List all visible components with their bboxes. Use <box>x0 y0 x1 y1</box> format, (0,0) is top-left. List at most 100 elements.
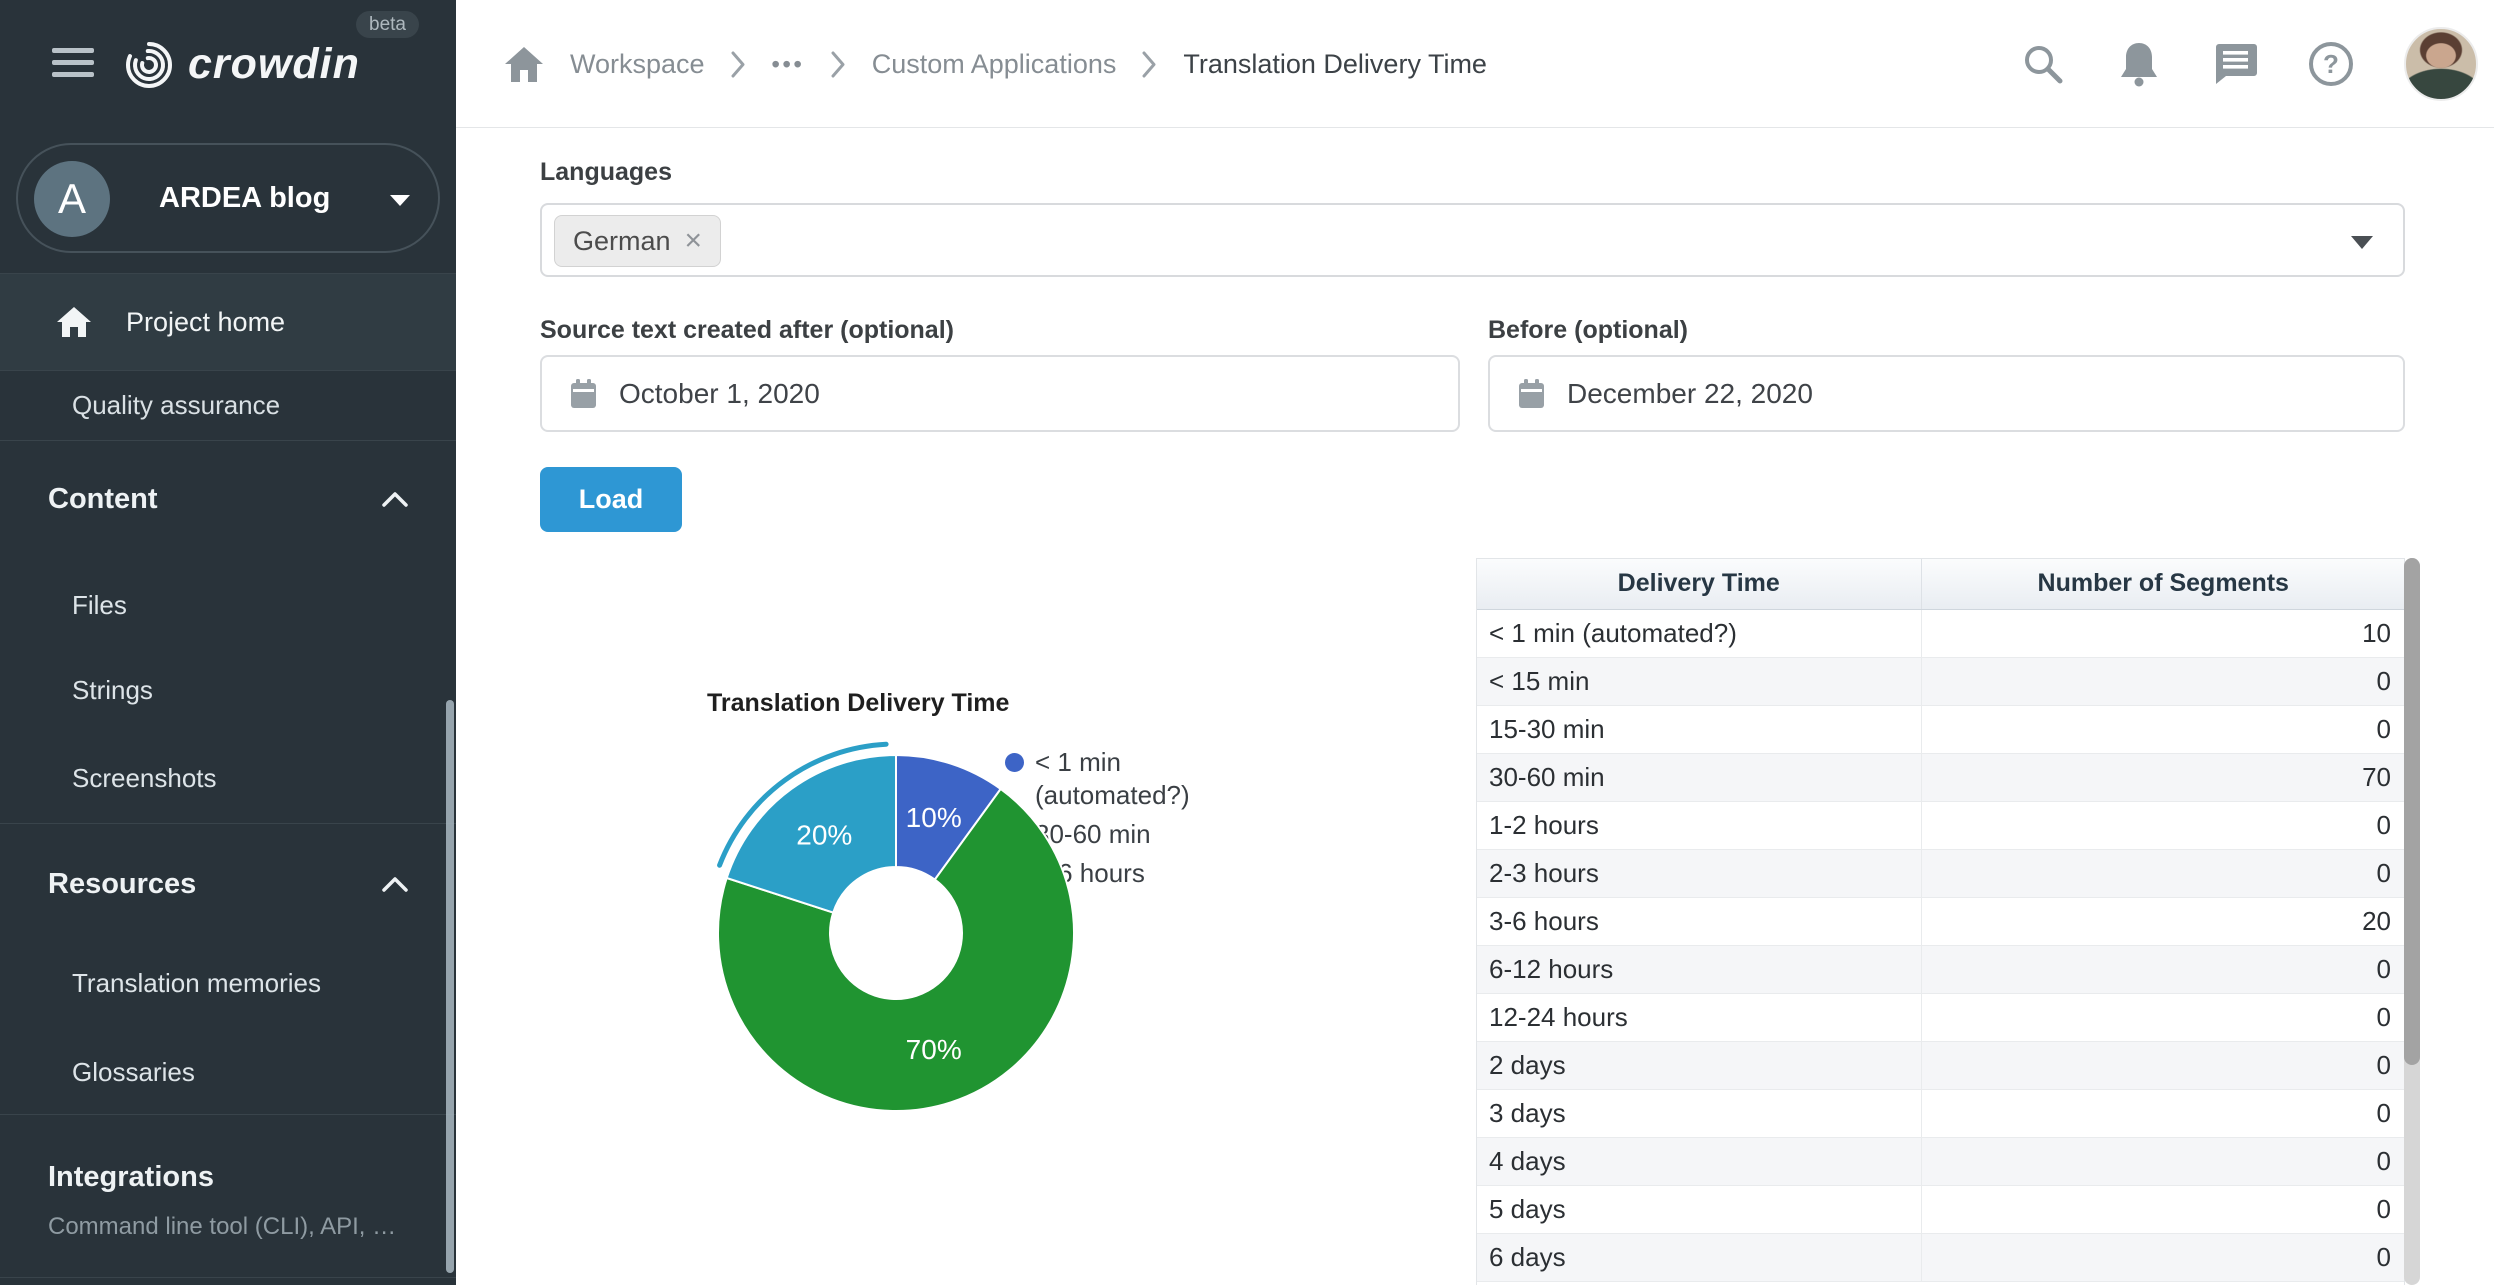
breadcrumb-ellipsis[interactable]: ••• <box>772 51 805 78</box>
sidebar-section-integrations[interactable]: Integrations <box>0 1149 456 1205</box>
table-row[interactable]: 6-12 hours0 <box>1477 945 2405 993</box>
breadcrumb-current: Translation Delivery Time <box>1183 49 1487 80</box>
table-row[interactable]: 12-24 hours0 <box>1477 993 2405 1041</box>
table-header-row: Delivery Time Number of Segments <box>1477 559 2405 609</box>
table-row[interactable]: 2 days0 <box>1477 1041 2405 1089</box>
messages-icon[interactable] <box>2212 41 2258 87</box>
segments-cell: 0 <box>1921 1041 2405 1089</box>
donut-chart[interactable]: 10%70%20% <box>701 738 1091 1128</box>
sidebar-item-label: Project home <box>126 307 285 338</box>
project-selector[interactable]: A ARDEA blog <box>16 143 440 253</box>
language-tag: German × <box>554 215 721 267</box>
load-button[interactable]: Load <box>540 467 682 532</box>
segments-cell: 0 <box>1921 1185 2405 1233</box>
chevron-right-icon <box>831 51 846 78</box>
table-row[interactable]: < 15 min0 <box>1477 657 2405 705</box>
divider <box>0 440 456 441</box>
table-row[interactable]: 3 days0 <box>1477 1089 2405 1137</box>
segments-cell: 0 <box>1921 801 2405 849</box>
delivery-time-cell: < 15 min <box>1477 657 1921 705</box>
delivery-time-cell: 1-2 hours <box>1477 801 1921 849</box>
segments-cell: 70 <box>1921 753 2405 801</box>
crowdin-logo[interactable]: crowdin <box>118 34 360 94</box>
crowdin-logo-icon <box>118 34 180 94</box>
calendar-icon <box>1518 379 1545 409</box>
divider <box>0 1114 456 1115</box>
table-row[interactable]: 6 days0 <box>1477 1233 2405 1281</box>
delivery-time-cell: 6-12 hours <box>1477 945 1921 993</box>
table-row[interactable]: 5 days0 <box>1477 1185 2405 1233</box>
sidebar-item-label: Files <box>72 590 127 621</box>
delivery-time-cell: 30-60 min <box>1477 753 1921 801</box>
project-name: ARDEA blog <box>159 182 330 215</box>
delivery-time-cell: 2-3 hours <box>1477 849 1921 897</box>
search-icon[interactable] <box>2020 41 2066 87</box>
caret-down-icon <box>390 195 410 206</box>
sidebar-item-label: Strings <box>72 675 153 706</box>
sidebar-item-quality-assurance[interactable]: Quality assurance <box>0 371 456 439</box>
breadcrumb-home-icon[interactable] <box>504 46 544 83</box>
segments-cell: 0 <box>1921 945 2405 993</box>
table-row[interactable]: 4 days0 <box>1477 1137 2405 1185</box>
calendar-icon <box>570 379 597 409</box>
breadcrumb-custom-applications[interactable]: Custom Applications <box>872 49 1117 80</box>
sidebar-item-translation-memories[interactable]: Translation memories <box>0 961 456 1005</box>
sidebar-scrollbar[interactable] <box>446 700 454 1273</box>
languages-label: Languages <box>540 158 672 187</box>
segments-cell: 0 <box>1921 705 2405 753</box>
user-avatar[interactable] <box>2404 27 2478 101</box>
sidebar-item-label: Translation memories <box>72 968 321 999</box>
logo-text: crowdin <box>188 40 360 89</box>
delivery-time-cell: 4 days <box>1477 1137 1921 1185</box>
before-date-value: December 22, 2020 <box>1567 378 1813 410</box>
sidebar-item-label: Glossaries <box>72 1057 195 1088</box>
caret-down-icon <box>2351 236 2373 249</box>
sidebar-item-project-home[interactable]: Project home <box>0 274 456 370</box>
table-scrollbar-thumb[interactable] <box>2404 558 2420 1065</box>
sidebar-section-resources[interactable]: Resources <box>0 855 456 913</box>
breadcrumb-workspace[interactable]: Workspace <box>570 49 705 80</box>
beta-badge: beta <box>356 11 419 38</box>
divider <box>0 823 456 824</box>
sidebar-item-strings[interactable]: Strings <box>0 668 456 712</box>
sidebar-item-files[interactable]: Files <box>0 583 456 627</box>
sidebar-item-screenshots[interactable]: Screenshots <box>0 756 456 800</box>
delivery-time-cell: 3 days <box>1477 1089 1921 1137</box>
segments-cell: 0 <box>1921 1233 2405 1281</box>
top-bar: Workspace ••• Custom Applications Transl… <box>456 0 2494 128</box>
table-row[interactable]: 30-60 min70 <box>1477 753 2405 801</box>
svg-text:?: ? <box>2323 49 2339 79</box>
segments-cell: 0 <box>1921 849 2405 897</box>
sidebar-header: crowdin beta <box>0 0 456 128</box>
sidebar-section-content[interactable]: Content <box>0 470 456 528</box>
slice-percent-label: 10% <box>906 802 962 833</box>
help-icon[interactable]: ? <box>2308 41 2354 87</box>
sidebar-item-glossaries[interactable]: Glossaries <box>0 1050 456 1094</box>
delivery-time-cell: 5 days <box>1477 1185 1921 1233</box>
date-before-input[interactable]: December 22, 2020 <box>1488 355 2405 432</box>
date-after-input[interactable]: October 1, 2020 <box>540 355 1460 432</box>
table-row[interactable]: < 1 min (automated?)10 <box>1477 609 2405 657</box>
languages-select[interactable]: German × <box>540 203 2405 277</box>
chevron-right-icon <box>731 51 746 78</box>
table-row[interactable]: 1-2 hours0 <box>1477 801 2405 849</box>
segments-cell: 20 <box>1921 897 2405 945</box>
after-date-label: Source text created after (optional) <box>540 316 954 345</box>
chevron-up-icon <box>382 877 408 892</box>
table-row[interactable]: 15-30 min0 <box>1477 705 2405 753</box>
top-icons: ? <box>2020 0 2478 128</box>
table-row[interactable]: 3-6 hours20 <box>1477 897 2405 945</box>
home-icon <box>56 306 92 338</box>
language-tag-label: German <box>573 226 671 257</box>
column-header-number-of-segments[interactable]: Number of Segments <box>1921 559 2405 609</box>
after-date-value: October 1, 2020 <box>619 378 820 410</box>
notifications-bell-icon[interactable] <box>2116 41 2162 87</box>
table-row[interactable]: 2-3 hours0 <box>1477 849 2405 897</box>
slice-percent-label: 70% <box>906 1034 962 1065</box>
remove-tag-icon[interactable]: × <box>685 226 703 256</box>
sidebar-item-label: Screenshots <box>72 763 217 794</box>
sidebar: crowdin beta A ARDEA blog Project home Q… <box>0 0 456 1285</box>
section-label: Integrations <box>48 1161 214 1194</box>
menu-icon[interactable] <box>52 48 94 81</box>
column-header-delivery-time[interactable]: Delivery Time <box>1477 559 1921 609</box>
